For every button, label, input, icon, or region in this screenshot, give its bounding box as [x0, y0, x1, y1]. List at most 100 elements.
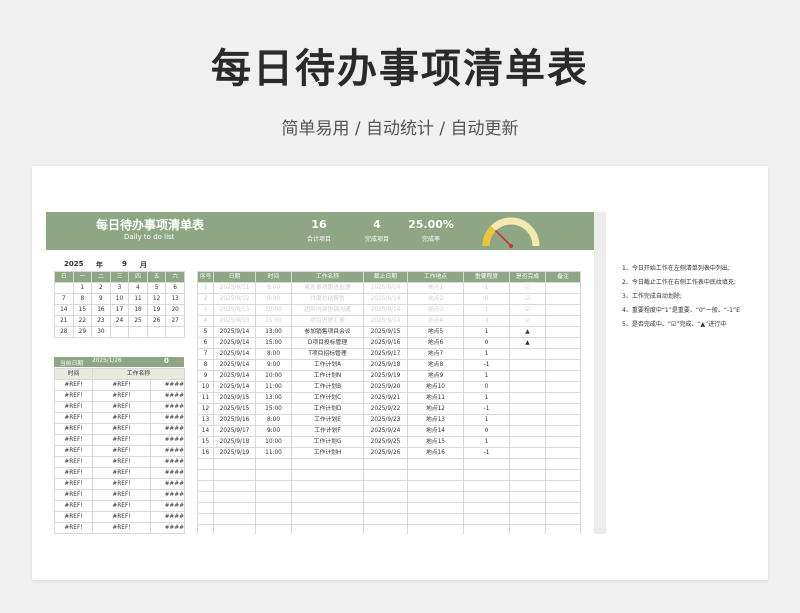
- task-cell[interactable]: 地点8: [407, 359, 464, 371]
- task-cell-empty[interactable]: [363, 513, 408, 525]
- calendar-day[interactable]: 7: [54, 293, 74, 305]
- task-cell-empty[interactable]: [545, 502, 581, 514]
- calendar-day[interactable]: 25: [128, 315, 148, 327]
- task-cell-empty[interactable]: [291, 513, 364, 525]
- task-cell-empty[interactable]: [255, 502, 292, 514]
- task-cell-empty[interactable]: [291, 480, 364, 492]
- task-cell[interactable]: 2025/9/19: [363, 370, 408, 382]
- task-cell-empty[interactable]: [545, 524, 581, 534]
- task-cell[interactable]: 地点7: [407, 348, 464, 360]
- task-cell-empty[interactable]: [509, 458, 546, 470]
- calendar-day[interactable]: 3: [109, 282, 130, 294]
- task-cell-empty[interactable]: [463, 524, 510, 534]
- task-cell-empty[interactable]: [291, 524, 364, 534]
- task-cell[interactable]: 2025/9/13: [213, 304, 256, 316]
- task-cell-empty[interactable]: [463, 491, 510, 503]
- task-cell[interactable]: 参加销售项目会议: [291, 326, 364, 338]
- calendar-day[interactable]: [128, 326, 148, 338]
- task-cell[interactable]: [545, 381, 581, 393]
- task-cell[interactable]: ☑: [509, 304, 546, 316]
- task-cell[interactable]: 13: [197, 414, 214, 426]
- task-cell[interactable]: [545, 447, 581, 459]
- task-cell[interactable]: 2025/9/15: [363, 326, 408, 338]
- task-row-empty[interactable]: [197, 469, 581, 481]
- task-cell[interactable]: 13:00: [255, 326, 292, 338]
- calendar-day[interactable]: [54, 282, 74, 294]
- task-cell-empty[interactable]: [509, 524, 546, 534]
- task-cell[interactable]: [545, 304, 581, 316]
- task-cell-empty[interactable]: [363, 469, 408, 481]
- calendar-day[interactable]: 28: [54, 326, 74, 338]
- task-cell[interactable]: 10:00: [255, 436, 292, 448]
- task-cell[interactable]: 4: [197, 315, 214, 327]
- calendar-day[interactable]: 16: [91, 304, 111, 316]
- task-cell[interactable]: T项目招标管理: [291, 348, 364, 360]
- task-cell[interactable]: 8: [197, 359, 214, 371]
- task-cell-empty[interactable]: [463, 469, 510, 481]
- task-row[interactable]: 8 2025/9/14 9:00 工作计划A 2025/9/18 地点8 -1: [197, 359, 581, 371]
- task-cell[interactable]: 2025/9/16: [213, 414, 256, 426]
- task-cell-empty[interactable]: [363, 458, 408, 470]
- task-cell[interactable]: 2025/9/14: [213, 326, 256, 338]
- task-cell[interactable]: 3: [197, 304, 214, 316]
- task-row[interactable]: 13 2025/9/16 8:00 工作计划E 2025/9/23 地点13 1: [197, 414, 581, 426]
- task-cell-empty[interactable]: [407, 491, 464, 503]
- task-cell[interactable]: 5: [197, 326, 214, 338]
- task-cell-empty[interactable]: [197, 491, 214, 503]
- task-cell[interactable]: 1: [463, 436, 510, 448]
- task-cell[interactable]: [545, 436, 581, 448]
- task-column-header[interactable]: 序号: [197, 271, 214, 283]
- task-cell[interactable]: 地点10: [407, 381, 464, 393]
- task-cell[interactable]: 工作计划C: [291, 392, 364, 404]
- task-cell[interactable]: 2025/9/15: [213, 392, 256, 404]
- task-cell[interactable]: ▲: [509, 326, 546, 338]
- task-cell-empty[interactable]: [291, 491, 364, 503]
- task-cell[interactable]: 地点14: [407, 425, 464, 437]
- calendar-day[interactable]: 1: [72, 282, 93, 294]
- calendar-day[interactable]: 5: [146, 282, 167, 294]
- task-cell[interactable]: 工作计划N: [291, 370, 364, 382]
- task-cell[interactable]: ☑: [509, 293, 546, 305]
- calendar-day[interactable]: 24: [109, 315, 130, 327]
- task-row-empty[interactable]: [197, 491, 581, 503]
- task-row[interactable]: 16 2025/9/19 11:00 工作计划H 2025/9/26 地点16 -1: [197, 447, 581, 459]
- task-cell-empty[interactable]: [509, 491, 546, 503]
- task-cell[interactable]: 0: [463, 381, 510, 393]
- task-cell[interactable]: 团队内部协调沟通: [291, 304, 364, 316]
- calendar-day[interactable]: 20: [165, 304, 185, 316]
- task-cell[interactable]: 1: [197, 282, 214, 294]
- task-cell[interactable]: -1: [463, 315, 510, 327]
- task-cell[interactable]: 1: [463, 282, 510, 294]
- task-cell[interactable]: 15: [197, 436, 214, 448]
- task-cell[interactable]: 11:00: [255, 315, 292, 327]
- task-cell[interactable]: 2025/9/11: [213, 282, 256, 294]
- task-row[interactable]: 11 2025/9/15 13:00 工作计划C 2025/9/21 地点11 1: [197, 392, 581, 404]
- task-cell[interactable]: 13:00: [255, 392, 292, 404]
- task-cell-empty[interactable]: [255, 491, 292, 503]
- task-cell[interactable]: [545, 326, 581, 338]
- task-cell[interactable]: 地点4: [407, 315, 464, 327]
- task-cell[interactable]: 2025/9/24: [363, 425, 408, 437]
- task-cell[interactable]: 1: [463, 326, 510, 338]
- task-cell[interactable]: 9:00: [255, 425, 292, 437]
- task-cell-empty[interactable]: [545, 513, 581, 525]
- calendar-day[interactable]: 17: [109, 304, 130, 316]
- task-cell-empty[interactable]: [463, 502, 510, 514]
- task-cell[interactable]: 1: [463, 304, 510, 316]
- task-cell[interactable]: 2025/9/18: [363, 359, 408, 371]
- task-row[interactable]: 7 2025/9/14 8:00 T项目招标管理 2025/9/17 地点7 1: [197, 348, 581, 360]
- task-cell[interactable]: 9:00: [255, 293, 292, 305]
- task-cell[interactable]: -1: [463, 359, 510, 371]
- calendar-day[interactable]: 10: [109, 293, 130, 305]
- task-cell-empty[interactable]: [197, 480, 214, 492]
- task-cell[interactable]: 1: [463, 392, 510, 404]
- task-column-header[interactable]: 时间: [255, 271, 292, 283]
- task-cell-empty[interactable]: [213, 480, 256, 492]
- task-cell[interactable]: 工作计划E: [291, 414, 364, 426]
- task-cell[interactable]: 11:00: [255, 381, 292, 393]
- task-cell-empty[interactable]: [407, 469, 464, 481]
- task-row[interactable]: 15 2025/9/18 10:00 工作计划G 2025/9/25 地点15 1: [197, 436, 581, 448]
- task-cell[interactable]: 项目进度汇报: [291, 315, 364, 327]
- task-cell[interactable]: 工作计划D: [291, 403, 364, 415]
- task-cell-empty[interactable]: [291, 469, 364, 481]
